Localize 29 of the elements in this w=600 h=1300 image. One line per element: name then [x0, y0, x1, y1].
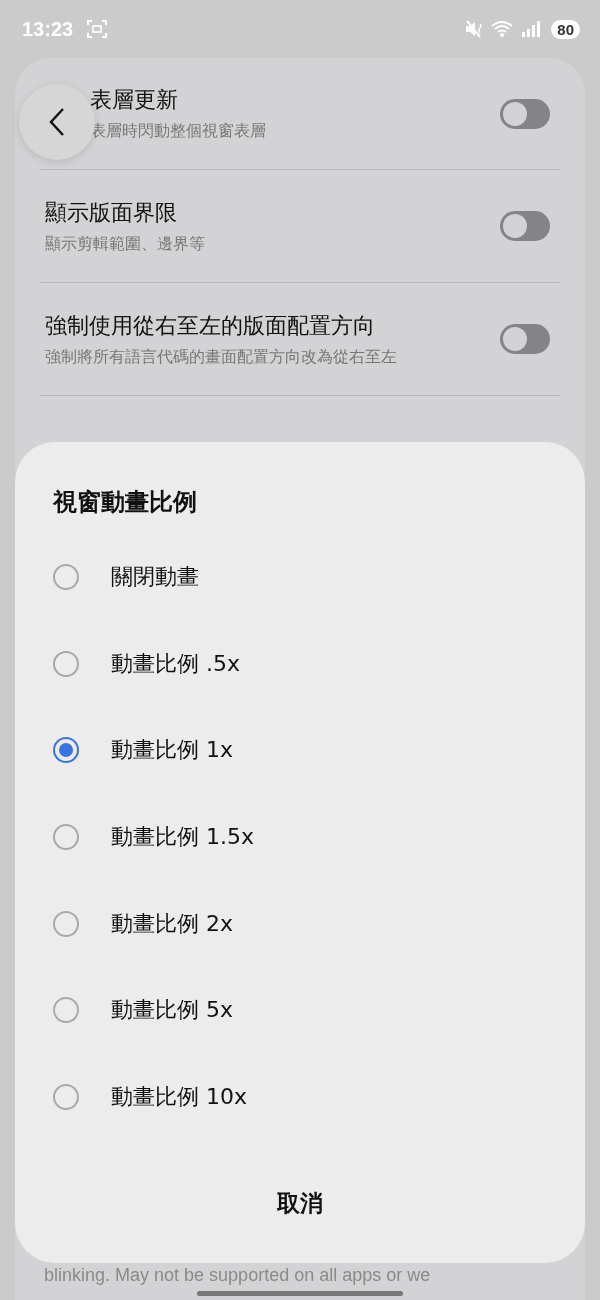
radio-button[interactable] — [53, 997, 79, 1024]
radio-button[interactable] — [53, 650, 79, 677]
radio-button[interactable] — [53, 1083, 79, 1110]
battery-level: 80 — [551, 19, 580, 39]
option-label[interactable]: 動畫比例 1x — [111, 735, 233, 766]
description-text: blinking. May not be supported on all apps or we — [44, 1265, 431, 1286]
radio-button[interactable] — [53, 910, 79, 937]
toggle-switch[interactable] — [500, 324, 550, 354]
setting-description: 顯示剪輯範圍、邊界等 — [45, 233, 206, 255]
option-label[interactable]: 動畫比例 1.5x — [111, 822, 254, 852]
option-label[interactable]: 動畫比例 .5x — [111, 648, 240, 679]
option-label[interactable]: 動畫比例 2x — [111, 908, 233, 939]
option-label[interactable]: 動畫比例 5x — [111, 995, 233, 1026]
setting-title: 顯示版面界限 — [45, 198, 178, 227]
screenshot-icon — [87, 20, 108, 38]
radio-button[interactable] — [53, 824, 79, 850]
signal-icon — [521, 20, 542, 38]
setting-title: 表層更新 — [90, 86, 179, 114]
dialog-title: 視窗動畫比例 — [53, 487, 197, 518]
setting-description: 強制將所有語言代碼的畫面配置方向改為從右至左 — [45, 346, 398, 368]
radio-button[interactable] — [53, 564, 79, 591]
back-icon — [48, 107, 66, 137]
radio-button[interactable] — [53, 737, 79, 764]
setting-title: 強制使用從右至左的版面配置方向 — [45, 311, 376, 340]
option-label[interactable]: 關閉動畫 — [111, 562, 199, 593]
cancel-button[interactable]: 取消 — [267, 1184, 333, 1224]
toggle-switch[interactable] — [500, 211, 550, 241]
option-label[interactable]: 動畫比例 10x — [111, 1081, 247, 1112]
toggle-switch[interactable] — [500, 98, 550, 129]
